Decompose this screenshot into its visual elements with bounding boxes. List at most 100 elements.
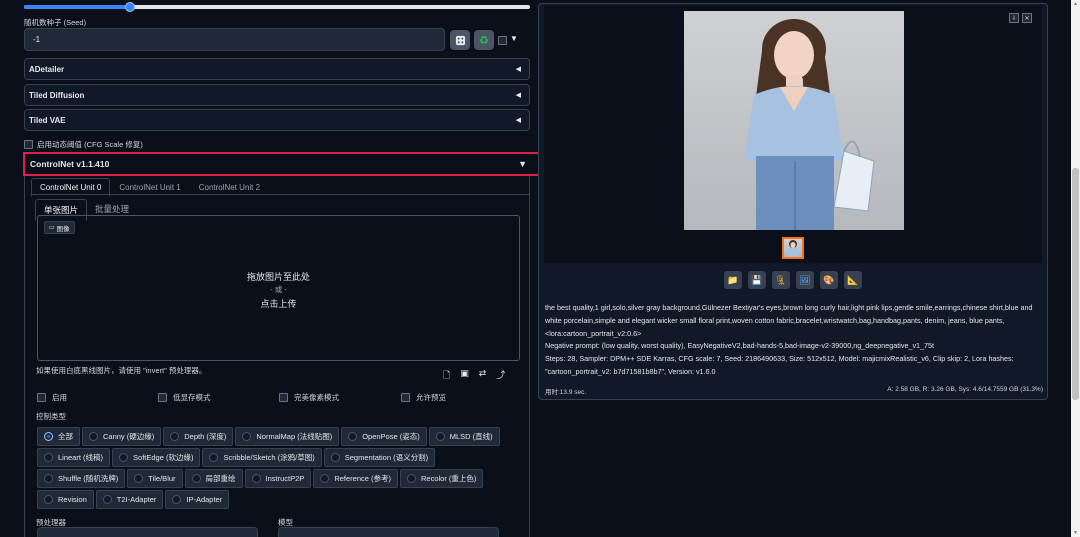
control-type-radio[interactable]: Shuffle (随机洗牌) [37,469,126,488]
new-canvas-icon[interactable]: 🗋 [443,368,450,384]
control-type-radio[interactable]: Canny (硬边缘) [82,427,162,446]
control-type-radio[interactable]: MLSD (直线) [428,427,500,446]
radio-dot[interactable] [435,432,445,441]
ruler-icon: 📐 [847,274,859,285]
zip-button[interactable]: 🗜 [772,271,790,289]
radio-dot[interactable] [102,495,112,504]
radio-row: Lineart (线稿) SoftEdge (软边缘) Scribble/Sketc… [37,448,517,467]
radio-dot[interactable] [44,432,53,441]
drop-or-text: - 或 - [270,285,287,294]
radio-dot[interactable] [348,432,358,441]
send-to-extras-button[interactable]: 📐 [844,271,862,289]
control-type-radio[interactable]: Tile/Blur [127,469,183,488]
scroll-down-icon[interactable]: ▼ [1071,529,1080,537]
seed-input[interactable] [24,28,445,51]
accordion-adetailer[interactable]: ADetailer ◀ [24,58,530,80]
radio-dot[interactable] [191,474,201,483]
control-type-radio[interactable]: OpenPose (姿态) [341,427,427,446]
option-enable[interactable]: 启用 [37,392,67,403]
radio-dot[interactable] [170,432,180,441]
control-type-radio[interactable]: Depth (深度) [163,427,234,446]
radio-dot[interactable] [44,453,53,462]
slider-thumb[interactable] [125,2,136,12]
dice-button[interactable] [450,30,470,50]
control-type-radio[interactable]: NormalMap (法线贴图) [235,427,340,446]
low-vram-checkbox[interactable] [158,393,167,402]
control-type-radio[interactable]: Reference (参考) [313,469,398,488]
elapsed-time: 用时:13.9 sec. [545,389,587,396]
recycle-button[interactable]: ♻ [474,30,494,50]
gallery-thumbnail[interactable] [782,237,804,259]
radio-dot[interactable] [89,432,98,441]
gallery-controls: ⇩ ✕ [1009,13,1032,23]
radio-dot[interactable] [407,474,416,483]
send-to-inpaint-button[interactable]: 🎨 [820,271,838,289]
control-type-radio[interactable]: 全部 [37,427,80,446]
image-drop-zone[interactable]: ▭ 图像 拖放图片至此处 - 或 - 点击上传 [37,215,520,361]
radio-dot[interactable] [172,495,182,504]
radio-label: 局部重绘 [205,474,236,483]
low-vram-label: 低显存模式 [173,393,211,402]
control-type-label: 控制类型 [36,412,66,421]
radio-dot[interactable] [44,495,53,504]
seed-extra-caret[interactable]: ▼ [510,34,518,43]
controlnet-title: ControlNet v1.1.410 [30,159,110,169]
control-type-radio[interactable]: T2I-Adapter [95,490,164,509]
control-type-radio[interactable]: Scribble/Sketch (涂鸦/草图) [202,448,322,467]
radio-dot[interactable] [44,474,53,483]
radio-dot[interactable] [330,453,340,462]
negative-prompt-text: Negative prompt: (low quality, worst qua… [545,341,935,351]
radio-label: MLSD (直线) [449,432,493,441]
send-dimensions-icon[interactable]: ⤴ [496,368,505,384]
option-pixel-perfect[interactable]: 完美像素模式 [279,392,339,403]
radio-dot[interactable] [134,474,144,483]
control-type-radio[interactable]: IP-Adapter [165,490,230,509]
page-scrollbar[interactable]: ▲ ▼ [1071,0,1080,537]
scroll-up-icon[interactable]: ▲ [1071,0,1080,8]
preprocessor-select[interactable] [37,527,258,537]
download-icon[interactable]: ⇩ [1009,13,1019,23]
accordion-tiled-diffusion[interactable]: Tiled Diffusion ◀ [24,84,530,106]
close-icon[interactable]: ✕ [1022,13,1032,23]
controlnet-header[interactable]: ControlNet v1.1.410 ▼ [23,152,543,176]
pixel-perfect-label: 完美像素模式 [294,393,339,402]
control-type-radio[interactable]: Lineart (线稿) [37,448,111,467]
generated-image[interactable] [684,11,904,230]
accordion-tiled-vae[interactable]: Tiled VAE ◀ [24,109,530,131]
control-type-radio[interactable]: Recolor (重上色) [400,469,484,488]
dynamic-threshold-checkbox[interactable] [24,140,33,149]
radio-label: OpenPose (姿态) [362,432,420,441]
radio-label: Lineart (线稿) [58,453,104,462]
save-button[interactable]: 💾 [748,271,766,289]
scroll-thumb[interactable] [1072,168,1079,400]
open-folder-button[interactable]: 📁 [724,271,742,289]
seed-label: 随机数种子 (Seed) [24,18,87,27]
params-text: Steps: 28, Sampler: DPM++ SDE Karras, CF… [545,354,1014,376]
option-allow-preview[interactable]: 允许预览 [401,392,446,403]
slider-track[interactable] [24,2,530,12]
option-low-vram[interactable]: 低显存模式 [158,392,211,403]
radio-label: IP-Adapter [186,495,223,504]
radio-dot[interactable] [209,453,219,462]
seed-extra-checkbox[interactable] [498,36,507,45]
swap-icon[interactable]: ⇄ [479,368,487,384]
control-type-radio[interactable]: Revision [37,490,94,509]
model-select[interactable] [278,527,499,537]
upload-link[interactable]: 点击上传 [38,297,519,310]
send-to-img2img-button[interactable]: 🖼 [796,271,814,289]
control-type-radio[interactable]: 局部重绘 [184,469,243,488]
control-type-radio[interactable]: SoftEdge (软边缘) [112,448,201,467]
radio-dot[interactable] [320,474,330,483]
radio-dot[interactable] [251,474,261,483]
allow-preview-checkbox[interactable] [401,393,410,402]
enable-checkbox[interactable] [37,393,46,402]
pixel-perfect-checkbox[interactable] [279,393,288,402]
radio-dot[interactable] [119,453,129,462]
dynamic-threshold-row[interactable]: 启用动态阈值 (CFG Scale 修复) [24,139,143,150]
radio-dot[interactable] [242,432,252,441]
image-tools: 🗋 ▣ ⇄ ⤴ [443,368,505,384]
control-type-radio[interactable]: InstructP2P [244,469,312,488]
radio-label: Scribble/Sketch (涂鸦/草图) [223,453,315,462]
control-type-radio[interactable]: Segmentation (语义分割) [323,448,436,467]
webcam-icon[interactable]: ▣ [460,368,469,384]
